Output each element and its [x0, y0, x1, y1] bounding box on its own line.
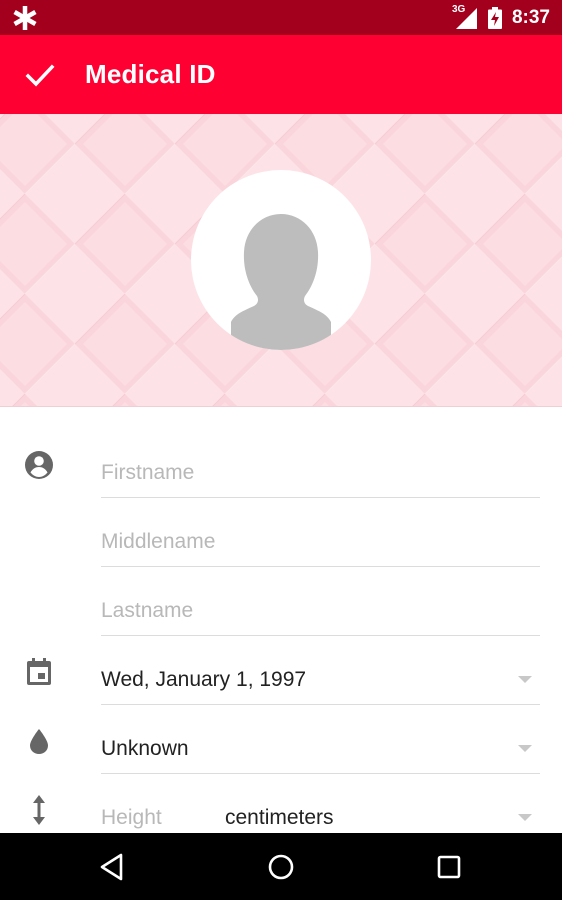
firstname-row: Firstname: [0, 429, 562, 498]
lastname-field[interactable]: Lastname: [101, 567, 540, 636]
drop-icon: [30, 729, 48, 754]
calendar-icon: [27, 658, 51, 685]
blood-type-value: Unknown: [101, 737, 189, 760]
app-bar: Medical ID: [0, 35, 562, 114]
vertical-arrows-icon: [33, 795, 45, 825]
firstname-field[interactable]: Firstname: [101, 429, 540, 498]
blood-type-row: Unknown: [0, 705, 562, 774]
signal-icon: [455, 7, 477, 29]
dropdown-arrow-icon: [518, 676, 532, 683]
blood-type-dropdown[interactable]: Unknown: [101, 705, 540, 774]
back-triangle-icon[interactable]: [97, 852, 127, 882]
navigation-bar: [0, 833, 562, 900]
birthdate-value: Wed, January 1, 1997: [101, 668, 307, 691]
asterisk-icon: [13, 6, 37, 30]
profile-photo[interactable]: [191, 170, 371, 350]
page-title: Medical ID: [85, 59, 216, 89]
middlename-placeholder: Middlename: [101, 530, 216, 553]
middlename-field[interactable]: Middlename: [101, 498, 540, 567]
lastname-row: Lastname: [0, 567, 562, 636]
birthdate-dropdown[interactable]: Wed, January 1, 1997: [101, 636, 540, 705]
medical-id-form: Firstname Middlename Lastname Wed, Janua…: [0, 408, 562, 843]
battery-charging-icon: [487, 6, 502, 29]
middlename-row: Middlename: [0, 498, 562, 567]
lastname-placeholder: Lastname: [101, 599, 194, 622]
height-unit-value[interactable]: centimeters: [225, 806, 334, 830]
dropdown-arrow-icon: [518, 745, 532, 752]
profile-header: [0, 114, 562, 407]
recents-square-icon[interactable]: [434, 852, 464, 882]
height-placeholder: Height: [101, 806, 162, 829]
status-bar: 3G 8:37: [0, 0, 562, 35]
birthdate-row: Wed, January 1, 1997: [0, 636, 562, 705]
home-circle-icon[interactable]: [266, 852, 296, 882]
network-indicator: 3G: [452, 4, 478, 30]
firstname-placeholder: Firstname: [101, 461, 195, 484]
status-indicators: 3G 8:37: [452, 0, 550, 35]
status-clock: 8:37: [511, 6, 550, 28]
dropdown-arrow-icon: [518, 814, 532, 821]
checkmark-icon[interactable]: [24, 59, 56, 91]
account-circle-icon: [25, 451, 53, 479]
person-silhouette-icon: [231, 214, 331, 350]
